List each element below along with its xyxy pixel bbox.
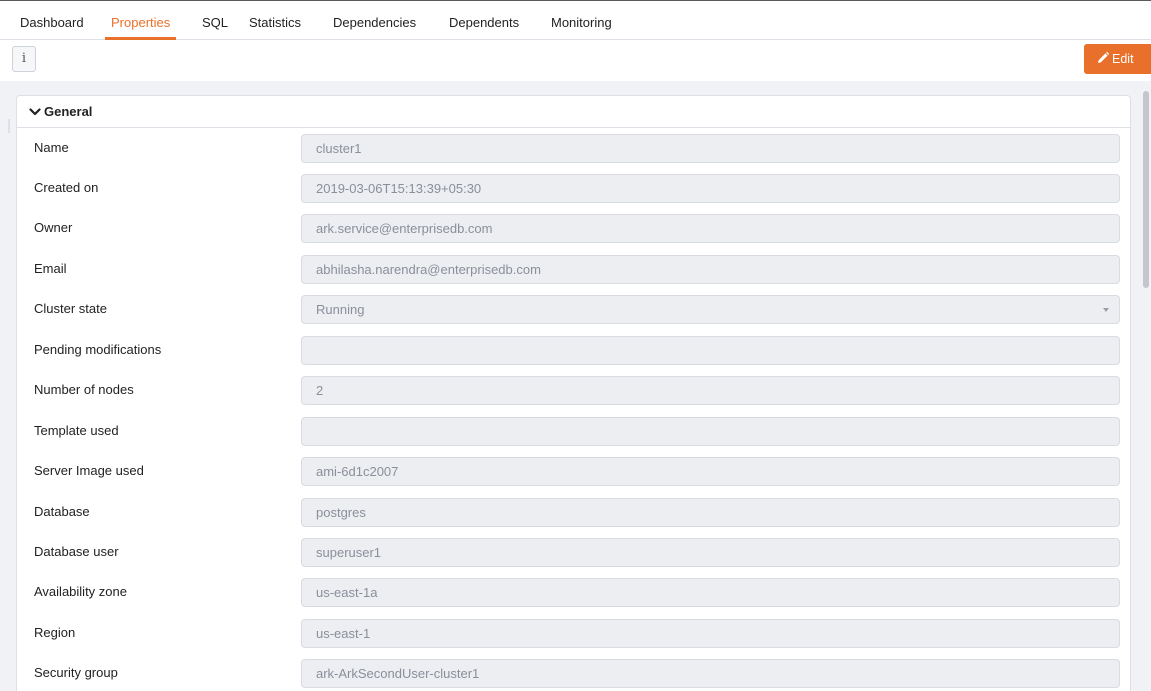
field-row-availability-zone: Availability zone us-east-1a	[17, 572, 1130, 612]
pending-modifications-field[interactable]	[301, 336, 1120, 365]
field-row-database: Database postgres	[17, 492, 1130, 532]
tab-monitoring[interactable]: Monitoring	[551, 8, 612, 39]
database-user-field[interactable]: superuser1	[301, 538, 1120, 567]
properties-content: General Name cluster1 Created on 2019-03…	[0, 81, 1151, 691]
vertical-scrollbar[interactable]	[1139, 81, 1151, 691]
field-label: Availability zone	[34, 584, 127, 599]
tab-dashboard[interactable]: Dashboard	[20, 8, 84, 39]
availability-zone-field[interactable]: us-east-1a	[301, 578, 1120, 607]
number-of-nodes-field[interactable]: 2	[301, 376, 1120, 405]
email-field[interactable]: abhilasha.narendra@enterprisedb.com	[301, 255, 1120, 284]
cluster-state-select[interactable]: Running	[301, 295, 1120, 324]
info-icon: i	[21, 51, 27, 66]
edit-label: Edit	[1112, 52, 1134, 66]
toolbar: i Edit	[0, 41, 1151, 81]
caret-down-icon	[1103, 308, 1109, 312]
field-label: Email	[34, 261, 67, 276]
field-label: Pending modifications	[34, 342, 162, 357]
field-label: Template used	[34, 423, 119, 438]
field-row-template-used: Template used	[17, 411, 1130, 451]
field-label: Security group	[34, 665, 118, 680]
pencil-icon	[1098, 52, 1109, 63]
tab-properties[interactable]: Properties	[104, 8, 177, 40]
field-row-database-user: Database user superuser1	[17, 532, 1130, 572]
panel-title: General	[44, 104, 93, 119]
tab-statistics[interactable]: Statistics	[249, 8, 301, 39]
scrollbar-thumb[interactable]	[1143, 91, 1149, 288]
tab-sql[interactable]: SQL	[202, 8, 228, 39]
region-field[interactable]: us-east-1	[301, 619, 1120, 648]
field-label: Number of nodes	[34, 382, 134, 397]
field-label: Owner	[34, 220, 73, 235]
name-field[interactable]: cluster1	[301, 134, 1120, 163]
field-row-name: Name cluster1	[17, 128, 1130, 168]
chevron-down-icon	[29, 108, 41, 116]
edit-button[interactable]: Edit	[1084, 44, 1151, 74]
select-value: Running	[316, 302, 365, 317]
template-used-field[interactable]	[301, 417, 1120, 446]
field-row-created-on: Created on 2019-03-06T15:13:39+05:30	[17, 168, 1130, 208]
tab-bar: Dashboard Properties SQL Statistics Depe…	[0, 8, 1151, 40]
left-edge-marker	[8, 119, 10, 133]
database-field[interactable]: postgres	[301, 498, 1120, 527]
tab-dependents[interactable]: Dependents	[449, 8, 519, 39]
field-row-number-of-nodes: Number of nodes 2	[17, 370, 1130, 410]
security-group-field[interactable]: ark-ArkSecondUser-cluster1	[301, 659, 1120, 688]
tab-dependencies[interactable]: Dependencies	[333, 8, 416, 39]
owner-field[interactable]: ark.service@enterprisedb.com	[301, 214, 1120, 243]
general-panel-header[interactable]: General	[17, 96, 1130, 128]
info-button[interactable]: i	[12, 46, 36, 72]
field-label: Database user	[34, 544, 119, 559]
field-label: Created on	[34, 180, 99, 195]
server-image-field[interactable]: ami-6d1c2007	[301, 457, 1120, 486]
field-label: Database	[34, 504, 90, 519]
field-label: Name	[34, 140, 69, 155]
field-row-region: Region us-east-1	[17, 613, 1130, 653]
field-row-pending-modifications: Pending modifications	[17, 330, 1130, 370]
field-row-cluster-state: Cluster state Running	[17, 289, 1130, 329]
field-label: Region	[34, 625, 76, 640]
field-row-server-image: Server Image used ami-6d1c2007	[17, 451, 1130, 491]
top-border	[0, 0, 1151, 5]
field-row-security-group: Security group ark-ArkSecondUser-cluster…	[17, 653, 1130, 691]
field-row-email: Email abhilasha.narendra@enterprisedb.co…	[17, 249, 1130, 289]
field-row-owner: Owner ark.service@enterprisedb.com	[17, 208, 1130, 248]
field-label: Cluster state	[34, 301, 107, 316]
general-panel: General Name cluster1 Created on 2019-03…	[16, 95, 1131, 691]
field-label: Server Image used	[34, 463, 144, 478]
created-on-field[interactable]: 2019-03-06T15:13:39+05:30	[301, 174, 1120, 203]
